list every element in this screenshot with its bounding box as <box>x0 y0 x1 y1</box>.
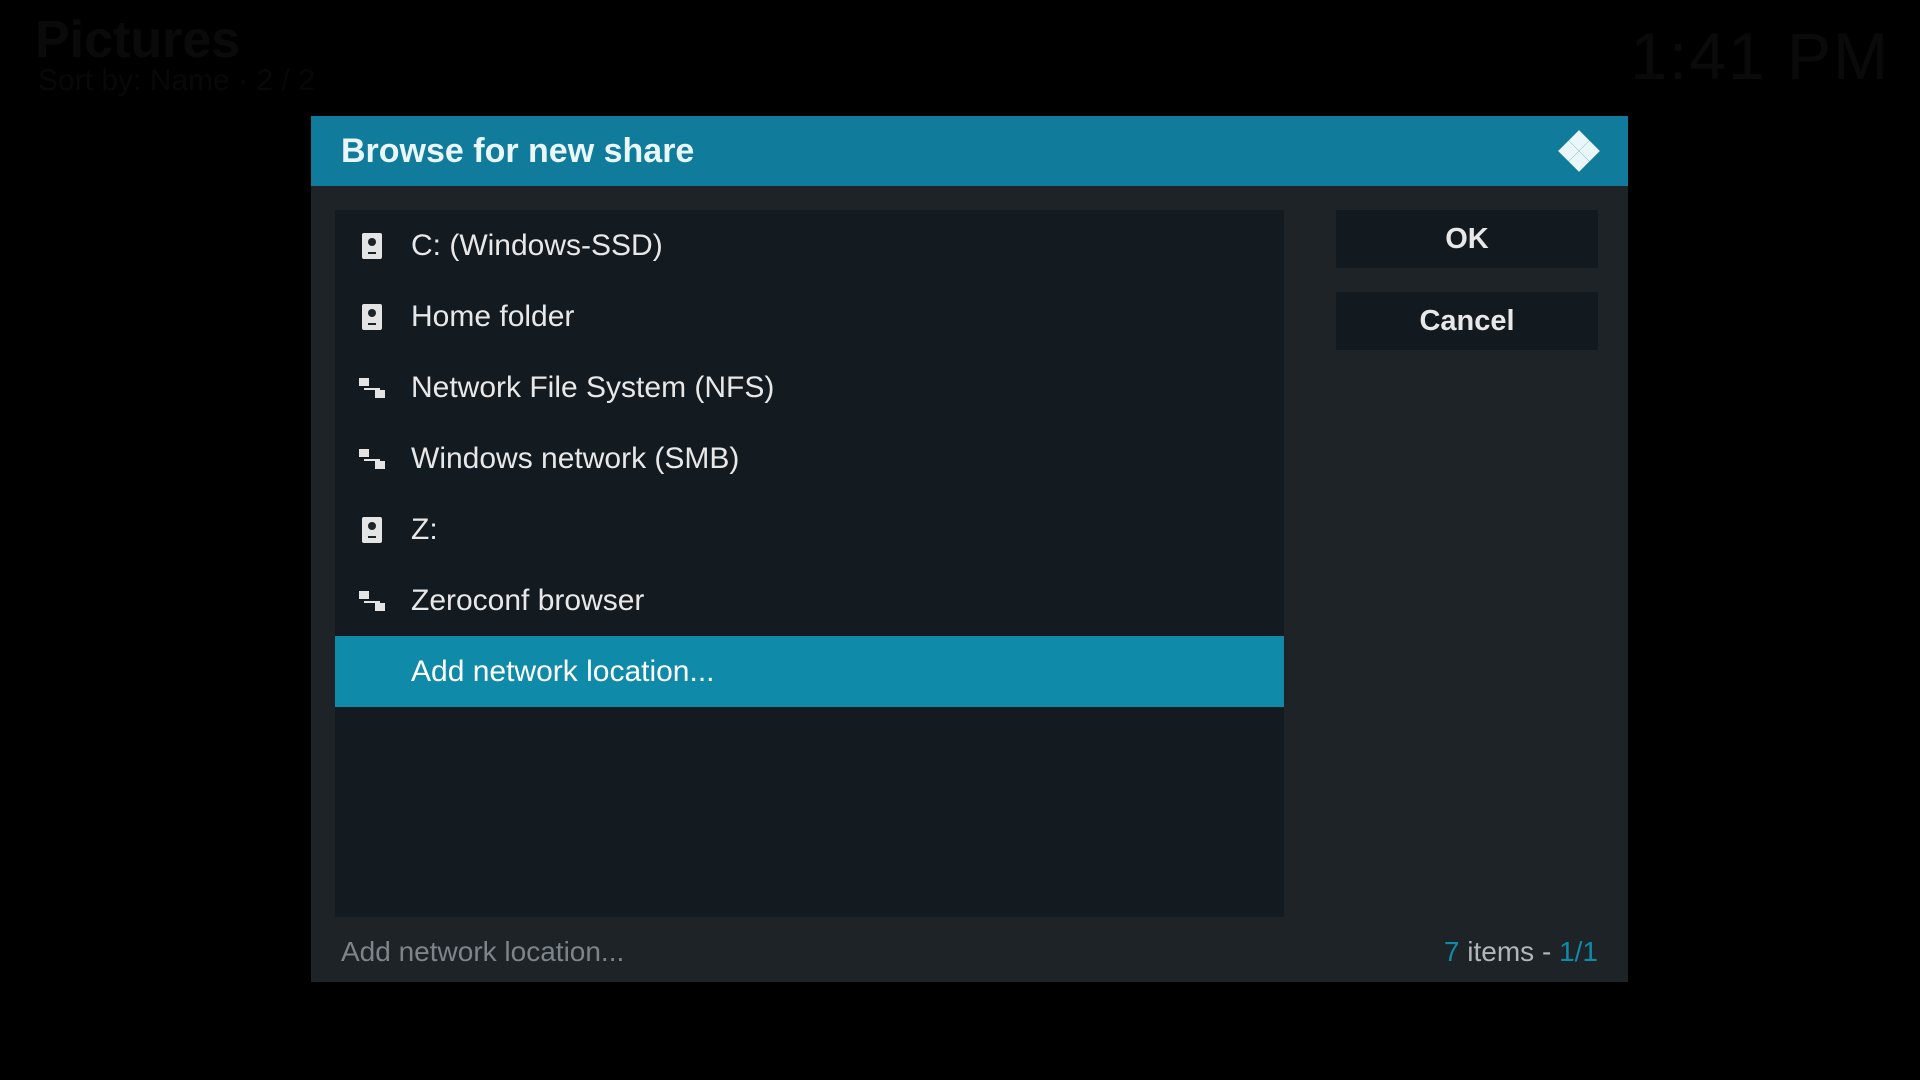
harddisk-icon <box>357 304 387 330</box>
dialog-body: C: (Windows-SSD) Home folder Network Fil… <box>311 186 1628 922</box>
network-icon <box>357 449 387 469</box>
list-item-label: Windows network (SMB) <box>411 442 739 476</box>
ok-button[interactable]: OK <box>1336 210 1598 268</box>
browse-share-dialog: Browse for new share C: (Windows-SSD) Ho… <box>311 116 1628 982</box>
file-list[interactable]: C: (Windows-SSD) Home folder Network Fil… <box>335 210 1284 917</box>
footer-items-word: items - <box>1460 936 1560 967</box>
network-icon <box>357 591 387 611</box>
list-item-home-folder[interactable]: Home folder <box>335 281 1284 352</box>
footer-page: 1/1 <box>1559 936 1598 967</box>
footer-path: Add network location... <box>341 936 624 968</box>
harddisk-icon <box>357 517 387 543</box>
dialog-title: Browse for new share <box>341 132 694 171</box>
cancel-button[interactable]: Cancel <box>1336 292 1598 350</box>
list-item-add-network-location[interactable]: Add network location... <box>335 636 1284 707</box>
dialog-header: Browse for new share <box>311 116 1628 186</box>
list-item-drive-c[interactable]: C: (Windows-SSD) <box>335 210 1284 281</box>
list-item-zeroconf[interactable]: Zeroconf browser <box>335 565 1284 636</box>
list-item-nfs[interactable]: Network File System (NFS) <box>335 352 1284 423</box>
harddisk-icon <box>357 233 387 259</box>
list-item-label: Network File System (NFS) <box>411 371 774 405</box>
footer-item-count: 7 <box>1444 936 1460 967</box>
dialog-footer: Add network location... 7 items - 1/1 <box>311 922 1628 982</box>
footer-count: 7 items - 1/1 <box>1444 936 1598 968</box>
list-item-drive-z[interactable]: Z: <box>335 494 1284 565</box>
dialog-side-buttons: OK Cancel <box>1336 210 1598 922</box>
kodi-logo-icon <box>1554 126 1604 176</box>
list-item-label: Add network location... <box>411 655 715 689</box>
list-item-label: Z: <box>411 513 438 547</box>
list-item-label: C: (Windows-SSD) <box>411 229 663 263</box>
list-item-label: Home folder <box>411 300 574 334</box>
list-item-smb[interactable]: Windows network (SMB) <box>335 423 1284 494</box>
network-icon <box>357 378 387 398</box>
list-item-label: Zeroconf browser <box>411 584 644 618</box>
